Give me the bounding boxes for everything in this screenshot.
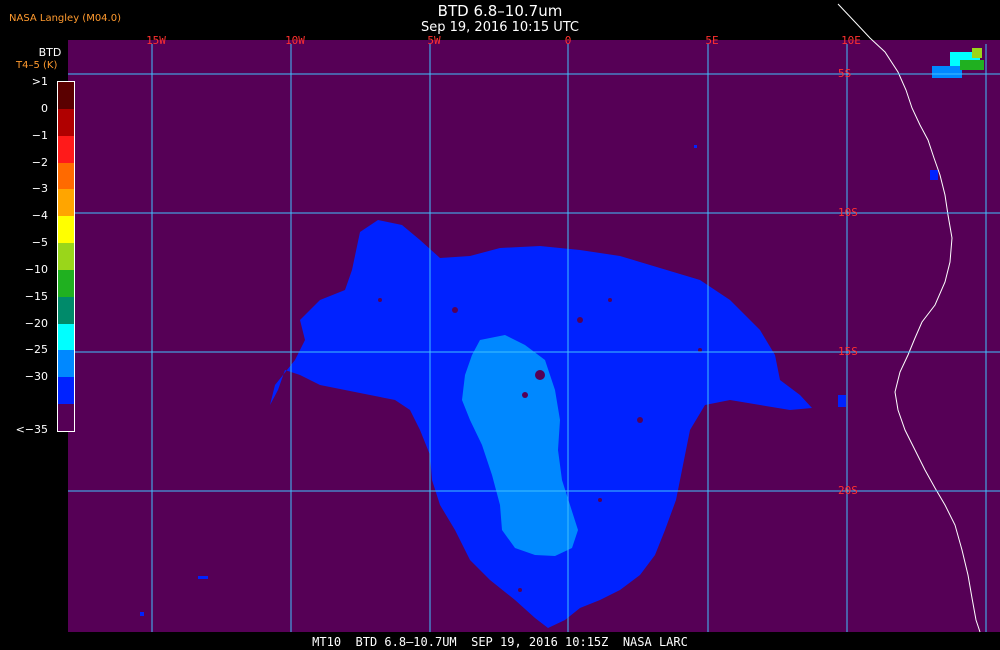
legend-label: −30 bbox=[24, 370, 48, 384]
legend-swatch bbox=[58, 350, 74, 378]
legend-title: BTD bbox=[38, 46, 62, 59]
legend-swatch bbox=[58, 189, 74, 217]
lon-label-15w: 15W bbox=[146, 34, 166, 47]
lon-label-5e: 5E bbox=[705, 34, 719, 47]
lat-label-10s: 10S bbox=[838, 206, 858, 219]
legend-swatch bbox=[58, 243, 74, 270]
lon-label-0: 0 bbox=[564, 34, 572, 47]
color-legend-bar bbox=[57, 81, 75, 432]
page-title: BTD 6.8–10.7um bbox=[437, 2, 563, 20]
legend-swatch bbox=[58, 269, 74, 297]
legend-label: −20 bbox=[24, 316, 48, 330]
page-subtitle: Sep 19, 2016 10:15 UTC bbox=[420, 20, 580, 35]
satellite-map bbox=[0, 0, 1000, 650]
legend-swatch bbox=[58, 216, 74, 244]
legend-swatch bbox=[58, 162, 74, 190]
legend-swatch bbox=[58, 108, 74, 136]
legend-label: >1 bbox=[31, 75, 48, 88]
map-canvas bbox=[68, 3, 1000, 633]
legend-label: −10 bbox=[24, 262, 48, 276]
legend-swatch bbox=[58, 82, 74, 109]
legend-label: −3 bbox=[31, 182, 48, 196]
lat-label-5s: 5S bbox=[838, 67, 852, 80]
legend-label: −2 bbox=[31, 155, 48, 169]
lat-label-15s: 15S bbox=[838, 345, 858, 358]
legend-label: −25 bbox=[24, 343, 48, 357]
legend-swatch bbox=[58, 404, 74, 431]
legend-label: −15 bbox=[24, 289, 48, 303]
legend-units: T4–5 (K) bbox=[16, 60, 58, 71]
legend-label: −1 bbox=[31, 128, 48, 142]
legend-label: −5 bbox=[31, 236, 48, 250]
lat-label-20s: 20S bbox=[838, 484, 858, 497]
legend-label: <−35 bbox=[15, 423, 48, 436]
lon-label-10w: 10W bbox=[285, 34, 305, 47]
legend-swatch bbox=[58, 323, 74, 351]
lon-label-5w: 5W bbox=[427, 34, 441, 47]
credit-label: NASA Langley (M04.0) bbox=[9, 13, 121, 24]
legend-label: −4 bbox=[31, 209, 48, 223]
footer-caption: MT10 BTD 6.8–10.7UM SEP 19, 2016 10:15Z … bbox=[312, 635, 688, 649]
legend-label: 0 bbox=[41, 101, 48, 115]
lon-label-10e: 10E bbox=[841, 34, 861, 47]
legend-swatch bbox=[58, 296, 74, 324]
legend-swatch bbox=[58, 377, 74, 405]
legend-swatch bbox=[58, 135, 74, 163]
